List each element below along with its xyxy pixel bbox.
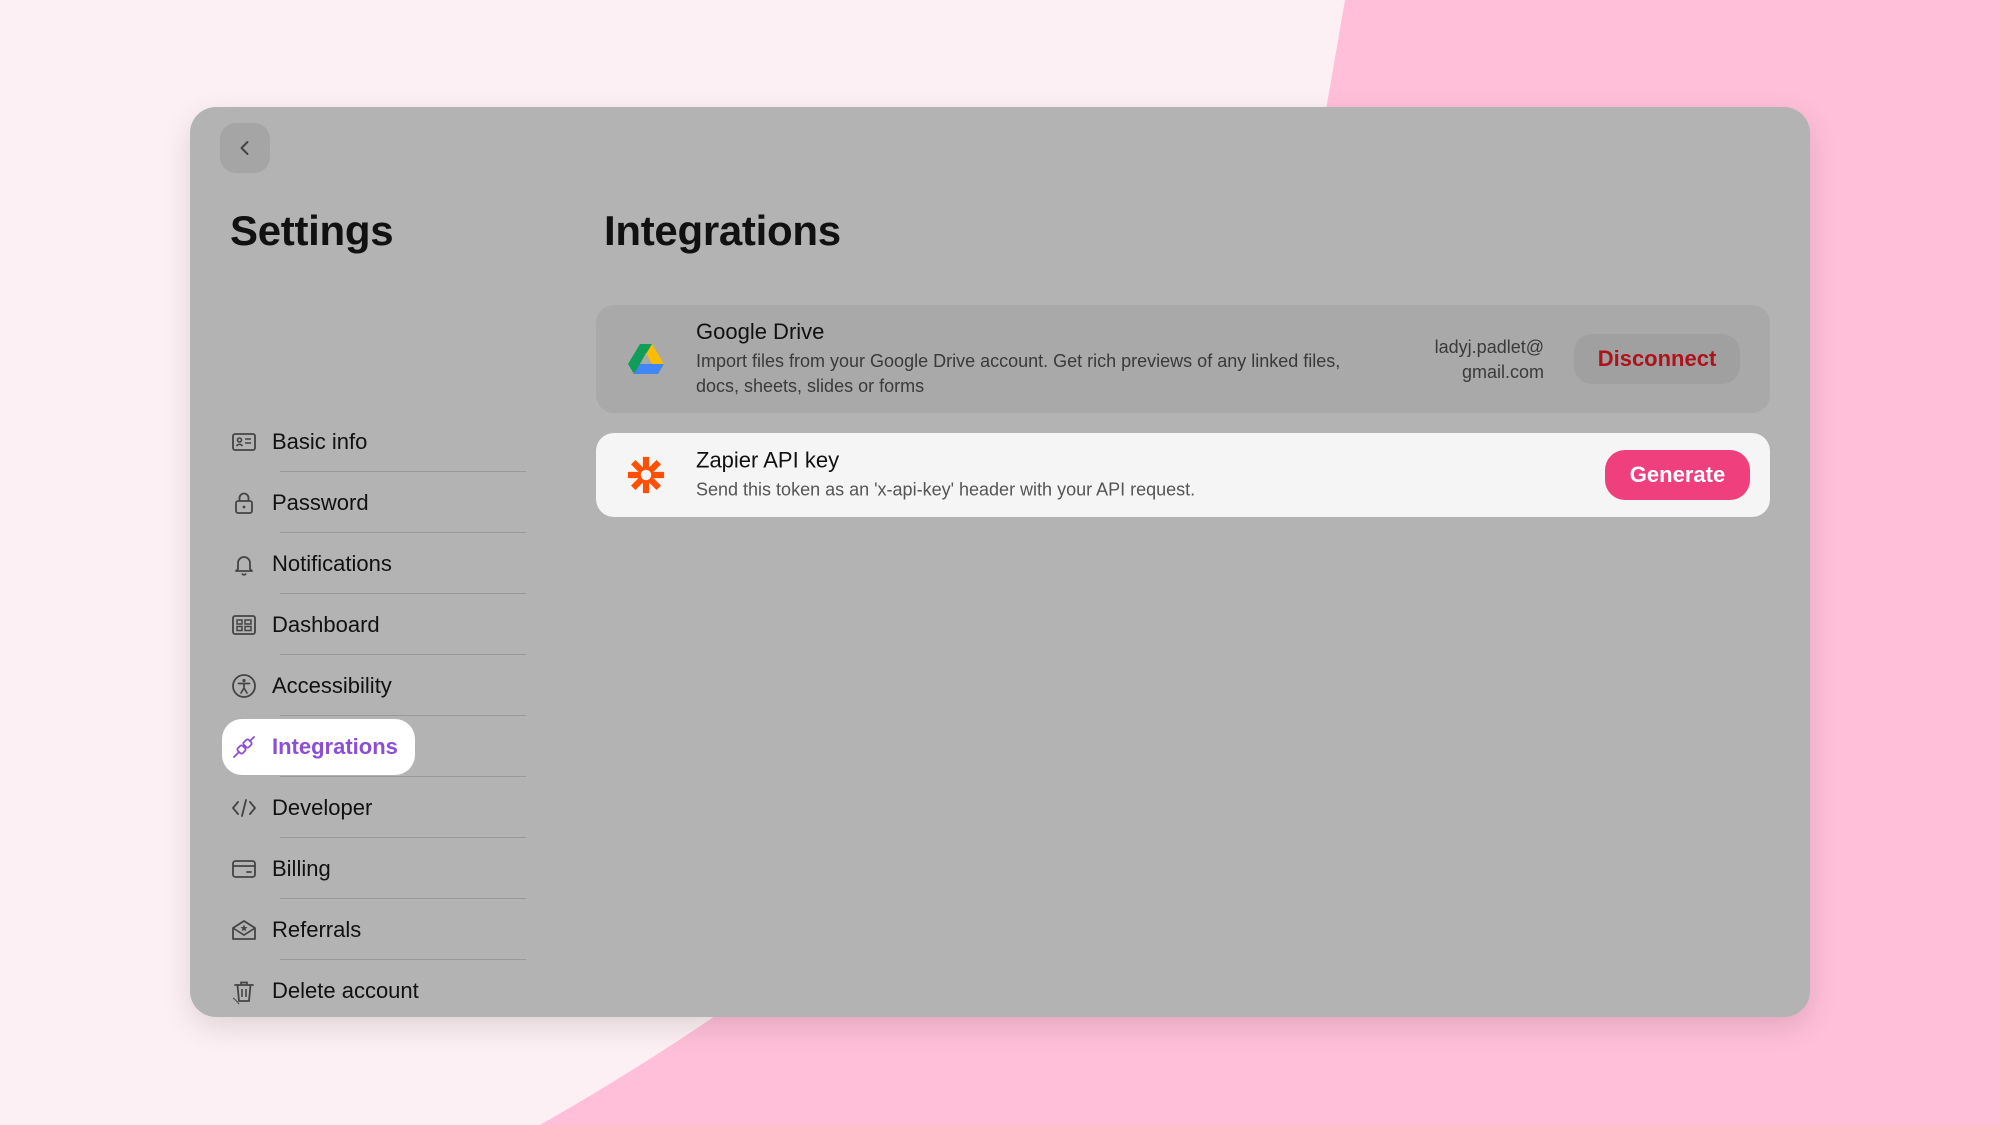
- sidebar-item-referrals[interactable]: Referrals: [226, 899, 526, 960]
- back-button[interactable]: [220, 123, 270, 173]
- account-email-line2: gmail.com: [1461, 362, 1544, 382]
- sidebar-item-label: Password: [272, 489, 369, 515]
- sidebar-item-dashboard[interactable]: Dashboard: [226, 594, 526, 655]
- sidebar-item-integrations[interactable]: Integrations: [222, 716, 526, 777]
- plug-icon: [226, 729, 262, 765]
- id-card-icon: [226, 424, 262, 460]
- scroll-indicator-icon: [232, 997, 240, 1005]
- sidebar-item-label: Dashboard: [272, 611, 380, 637]
- lock-icon: [226, 485, 262, 521]
- integration-name: Google Drive: [696, 319, 825, 344]
- sidebar-item-developer[interactable]: Developer: [226, 777, 526, 838]
- sidebar-item-delete-account[interactable]: Delete account: [226, 960, 526, 1017]
- sidebar-item-basic-info[interactable]: Basic info: [226, 411, 526, 472]
- sidebar-item-label: Developer: [272, 794, 373, 820]
- chevron-left-icon: [240, 141, 249, 155]
- sidebar-item-label: Notifications: [272, 550, 392, 576]
- zapier-icon: [626, 455, 666, 495]
- integration-text: Google Drive Import files from your Goog…: [696, 319, 1356, 399]
- settings-sidebar: Basic info Password Notifications Dashbo…: [222, 411, 526, 1017]
- sidebar-item-label: Billing: [272, 855, 331, 881]
- integration-description: Send this token as an 'x-api-key' header…: [696, 479, 1196, 500]
- sidebar-item-label: Delete account: [272, 977, 419, 1003]
- account-email-line1: ladyj.padlet@: [1434, 337, 1544, 357]
- credit-card-icon: [226, 851, 262, 887]
- integration-text: Zapier API key Send this token as an 'x-…: [696, 448, 1356, 503]
- integration-card-zapier: Zapier API key Send this token as an 'x-…: [596, 433, 1770, 517]
- sidebar-item-label: Basic info: [272, 428, 368, 454]
- generate-button[interactable]: Generate: [1605, 450, 1750, 500]
- sidebar-item-accessibility[interactable]: Accessibility: [226, 655, 526, 716]
- dashboard-icon: [226, 607, 262, 643]
- settings-window: Settings Basic info Password Notificatio…: [190, 107, 1810, 1017]
- sidebar-item-password[interactable]: Password: [226, 472, 526, 533]
- integration-card-google-drive: Google Drive Import files from your Goog…: [596, 305, 1770, 413]
- sidebar-item-label: Referrals: [272, 916, 362, 942]
- disconnect-button[interactable]: Disconnect: [1574, 334, 1740, 384]
- code-icon: [226, 790, 262, 826]
- sidebar-item-notifications[interactable]: Notifications: [226, 533, 526, 594]
- page-title: Integrations: [604, 207, 841, 254]
- sidebar-item-label: Integrations: [272, 733, 398, 759]
- bell-icon: [226, 546, 262, 582]
- integration-name: Zapier API key: [696, 447, 840, 473]
- integration-description: Import files from your Google Drive acco…: [696, 351, 1341, 396]
- referral-envelope-icon: [226, 912, 262, 948]
- accessibility-icon: [226, 668, 262, 704]
- sidebar-item-label: Accessibility: [272, 672, 392, 698]
- google-drive-icon: [626, 339, 666, 379]
- sidebar-item-billing[interactable]: Billing: [226, 838, 526, 899]
- settings-title: Settings: [230, 207, 394, 254]
- connected-account: ladyj.padlet@ gmail.com: [1435, 335, 1544, 385]
